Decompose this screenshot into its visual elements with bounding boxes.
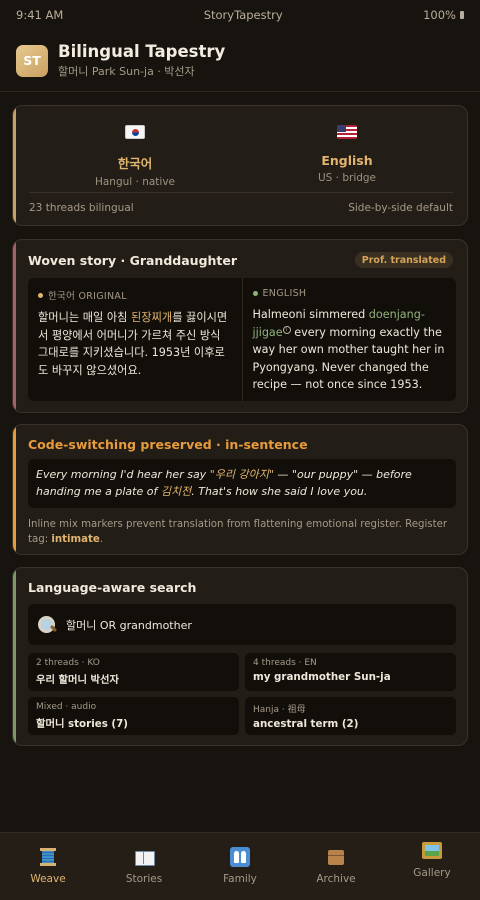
display-mode[interactable]: Side-by-side default	[348, 202, 453, 214]
pane-label: ENGLISH	[252, 288, 447, 299]
tab-weave[interactable]: Weave	[0, 833, 96, 900]
search-input[interactable]: 할머니 OR grandmother	[28, 604, 456, 645]
note-end: .	[99, 534, 104, 545]
avatar[interactable]: ST	[16, 44, 48, 77]
result-label: my grandmother Sun-ja	[253, 671, 391, 683]
register-tag[interactable]: intimate	[51, 534, 99, 545]
search-result-item[interactable]: 4 threads · EN my grandmother Sun-ja	[245, 653, 456, 691]
result-meta: Hanja · 祖母	[253, 705, 306, 715]
search-result-item[interactable]: Mixed · audio 할머니 stories (7)	[28, 697, 239, 735]
search-result-item[interactable]: Hanja · 祖母 ancestral term (2)	[245, 697, 456, 735]
language-sub: Hangul · native	[94, 176, 176, 188]
language-dot-icon	[252, 291, 258, 296]
header-text: Bilingual Tapestry 할머니 Park Sun-ja · 박선자	[58, 42, 225, 79]
tab-label: Family	[223, 873, 257, 885]
card-accent-bar	[13, 568, 16, 745]
english-story-text: Halmeoni simmered doenjang-jjigae i every…	[253, 306, 447, 394]
tab-family[interactable]: Family	[192, 833, 288, 900]
info-note-icon[interactable]: i	[282, 325, 291, 334]
languages-footer: 23 threads bilingual Side-by-side defaul…	[29, 202, 453, 214]
side-by-side-panes: 한국어 ORIGINAL 할머니는 매일 아침 된장찌개를 끓이시면서 평양에서…	[28, 278, 456, 401]
search-result-item[interactable]: 2 threads · KO 우리 할머니 박선자	[28, 653, 239, 691]
card-accent-bar	[13, 106, 16, 225]
search-query-text[interactable]: 할머니 OR grandmother	[66, 617, 192, 633]
card-accent-bar	[13, 425, 16, 554]
korean-pane: 한국어 ORIGINAL 할머니는 매일 아침 된장찌개를 끓이시면서 평양에서…	[28, 278, 242, 401]
language-dot-icon	[38, 292, 43, 298]
bottom-tab-bar: Weave Stories Family Archive Gallery	[0, 832, 480, 900]
tab-label: Archive	[316, 873, 356, 885]
pane-label: 한국어 ORIGINAL	[38, 288, 232, 302]
code-switching-card[interactable]: Code-switching preserved · in-sentence E…	[12, 424, 468, 555]
page-subtitle: 할머니 Park Sun-ja · 박선자	[58, 65, 195, 78]
tab-gallery[interactable]: Gallery	[384, 833, 480, 900]
language-sub: US · bridge	[317, 172, 377, 184]
status-badge: Prof. translated	[354, 252, 453, 268]
tab-archive[interactable]: Archive	[288, 833, 384, 900]
status-battery: 100%	[423, 8, 464, 22]
code-switching-note: Inline mix markers prevent translation f…	[28, 517, 458, 547]
battery-percentage: 100%	[423, 8, 456, 22]
status-app-name: StoryTapestry	[203, 8, 283, 22]
card-title: Code-switching preserved · in-sentence	[28, 437, 308, 452]
status-time: 9:41 AM	[16, 8, 64, 22]
package-box-icon	[326, 847, 346, 867]
card-title: Language-aware search	[28, 580, 197, 595]
text-part: Halmeoni simmered	[252, 308, 369, 321]
language-option-korean[interactable]: 한국어 Hangul · native	[29, 120, 241, 190]
result-label: 우리 할머니 박선자	[36, 674, 119, 686]
pane-label-text: ENGLISH	[262, 288, 307, 299]
family-icon	[230, 847, 250, 867]
quote-part: Every morning I'd hear her say	[36, 468, 210, 481]
card-title: Woven story · Granddaughter	[28, 253, 238, 268]
app-header: ST Bilingual Tapestry 할머니 Park Sun-ja · …	[0, 30, 480, 92]
inline-korean-term[interactable]: "우리 강아지"	[210, 468, 274, 481]
open-book-icon	[134, 847, 155, 867]
result-label: 할머니 stories (7)	[36, 718, 129, 730]
result-meta: 4 threads · EN	[253, 658, 317, 668]
text-part: 할머니는 매일 아침	[38, 311, 132, 324]
language-name: 한국어	[117, 156, 153, 171]
threads-count: 23 threads bilingual	[29, 202, 134, 214]
status-bar: 9:41 AM StoryTapestry 100%	[0, 0, 480, 30]
page-title: Bilingual Tapestry	[58, 42, 226, 61]
languages-card[interactable]: 한국어 Hangul · native English US · bridge …	[12, 105, 468, 226]
language-name: English	[321, 153, 373, 168]
tab-label: Gallery	[413, 867, 451, 879]
english-pane: ENGLISH Halmeoni simmered doenjang-jjiga…	[241, 278, 457, 401]
language-aware-search-card: Language-aware search 할머니 OR grandmother…	[12, 567, 468, 746]
south-korea-flag-icon	[125, 125, 145, 139]
spool-of-thread-icon	[38, 847, 58, 867]
battery-icon	[459, 11, 464, 19]
magnifying-glass-icon	[37, 615, 57, 635]
result-meta: Mixed · audio	[36, 702, 97, 712]
tab-label: Stories	[125, 873, 163, 885]
result-meta: 2 threads · KO	[36, 658, 100, 668]
quote-part: . That's how she said I love you.	[191, 484, 368, 498]
pane-label-text: 한국어 ORIGINAL	[48, 291, 127, 302]
tab-stories[interactable]: Stories	[96, 833, 192, 900]
result-label: ancestral term (2)	[253, 718, 359, 730]
us-flag-icon	[337, 125, 357, 139]
framed-picture-icon	[422, 841, 442, 861]
highlighted-term[interactable]: 된장찌개	[131, 311, 172, 324]
search-results: 2 threads · KO 우리 할머니 박선자 4 threads · EN…	[28, 653, 456, 735]
tab-label: Weave	[30, 873, 66, 885]
divider	[29, 192, 453, 193]
woven-story-card[interactable]: Woven story · Granddaughter Prof. transl…	[12, 239, 468, 413]
language-option-english[interactable]: English US · bridge	[241, 120, 453, 190]
korean-story-text: 할머니는 매일 아침 된장찌개를 끓이시면서 평양에서 어머니가 가르쳐 주신 …	[38, 309, 232, 379]
language-row: 한국어 Hangul · native English US · bridge	[29, 120, 453, 190]
inline-korean-term[interactable]: 김치전	[161, 485, 191, 498]
card-accent-bar	[13, 240, 16, 412]
quote-box: Every morning I'd hear her say "우리 강아지" …	[28, 459, 456, 508]
